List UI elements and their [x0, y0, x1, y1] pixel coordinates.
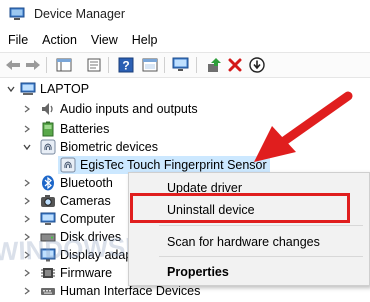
tree-item-cameras[interactable]: Cameras [0, 192, 111, 210]
chevron-right-icon[interactable] [22, 210, 32, 228]
tree-item-label: Biometric devices [60, 140, 158, 154]
menu-properties[interactable]: Properties [167, 265, 229, 279]
chevron-right-icon[interactable] [22, 120, 32, 138]
chevron-right-icon[interactable] [22, 282, 32, 300]
toolbar-separator [108, 57, 109, 73]
tree-item-batteries[interactable]: Batteries [0, 120, 109, 138]
menu-help[interactable]: Help [125, 33, 165, 47]
toolbar-separator [46, 57, 47, 73]
tree-item-label: Audio inputs and outputs [60, 102, 198, 116]
tree-item-label: Batteries [60, 122, 110, 136]
menu-file[interactable]: File [0, 33, 35, 47]
tree-item-label: Bluetooth [60, 176, 113, 190]
menu-scan-hardware-changes[interactable]: Scan for hardware changes [167, 235, 320, 249]
menu-update-driver[interactable]: Update driver [167, 181, 242, 195]
chevron-right-icon[interactable] [22, 192, 32, 210]
fingerprint-icon [60, 157, 76, 173]
bluetooth-icon [40, 175, 56, 191]
menu-separator [159, 225, 363, 226]
tree-item-label: Human Interface Devices [60, 284, 201, 298]
tree-item-biometric-devices[interactable]: Biometric devices [0, 138, 158, 156]
forward-arrow-icon[interactable] [24, 56, 42, 74]
show-hide-tree-icon[interactable] [55, 56, 73, 74]
chevron-down-icon[interactable] [22, 138, 32, 156]
device-manager-icon [9, 7, 25, 21]
chevron-down-icon[interactable] [6, 80, 16, 98]
back-arrow-icon[interactable] [4, 56, 22, 74]
help-icon[interactable]: ? [117, 56, 135, 74]
tree-item-bluetooth[interactable]: Bluetooth [0, 174, 113, 192]
toolbar-separator [196, 57, 197, 73]
properties-icon[interactable] [85, 56, 103, 74]
uninstall-x-icon[interactable] [226, 56, 244, 74]
battery-icon [40, 121, 56, 137]
menu-uninstall-device[interactable]: Uninstall device [167, 203, 255, 217]
fingerprint-icon [40, 139, 56, 155]
tree-item-label: Computer [60, 212, 115, 226]
tree-item-computer[interactable]: Computer [0, 210, 115, 228]
update-driver-icon[interactable] [205, 56, 223, 74]
view-icon[interactable] [141, 56, 159, 74]
tree-root-label: LAPTOP [40, 82, 90, 96]
svg-text:?: ? [122, 59, 129, 73]
computer-icon [20, 81, 36, 97]
chevron-right-icon[interactable] [22, 174, 32, 192]
tree-item-label: Cameras [60, 194, 111, 208]
chevron-right-icon[interactable] [22, 100, 32, 118]
window-title: Device Manager [34, 7, 126, 21]
title-bar: Device Manager [0, 0, 370, 28]
hid-icon [40, 283, 56, 299]
speaker-icon [40, 101, 56, 117]
tree-item-label: EgisTec Touch Fingerprint Sensor [80, 158, 267, 172]
menu-action[interactable]: Action [35, 33, 84, 47]
menu-bar: File Action View Help [0, 30, 370, 50]
menu-separator [159, 256, 363, 257]
context-menu: Update driver Uninstall device Scan for … [128, 172, 370, 286]
toolbar-separator [164, 57, 165, 73]
computer-icon [40, 211, 56, 227]
toolbar: ? [0, 52, 370, 78]
tree-item-audio[interactable]: Audio inputs and outputs [0, 100, 198, 118]
red-arrow-icon [254, 91, 353, 162]
camera-icon [40, 193, 56, 209]
menu-view[interactable]: View [84, 33, 125, 47]
scan-monitor-icon[interactable] [172, 56, 190, 74]
download-icon[interactable] [248, 56, 266, 74]
